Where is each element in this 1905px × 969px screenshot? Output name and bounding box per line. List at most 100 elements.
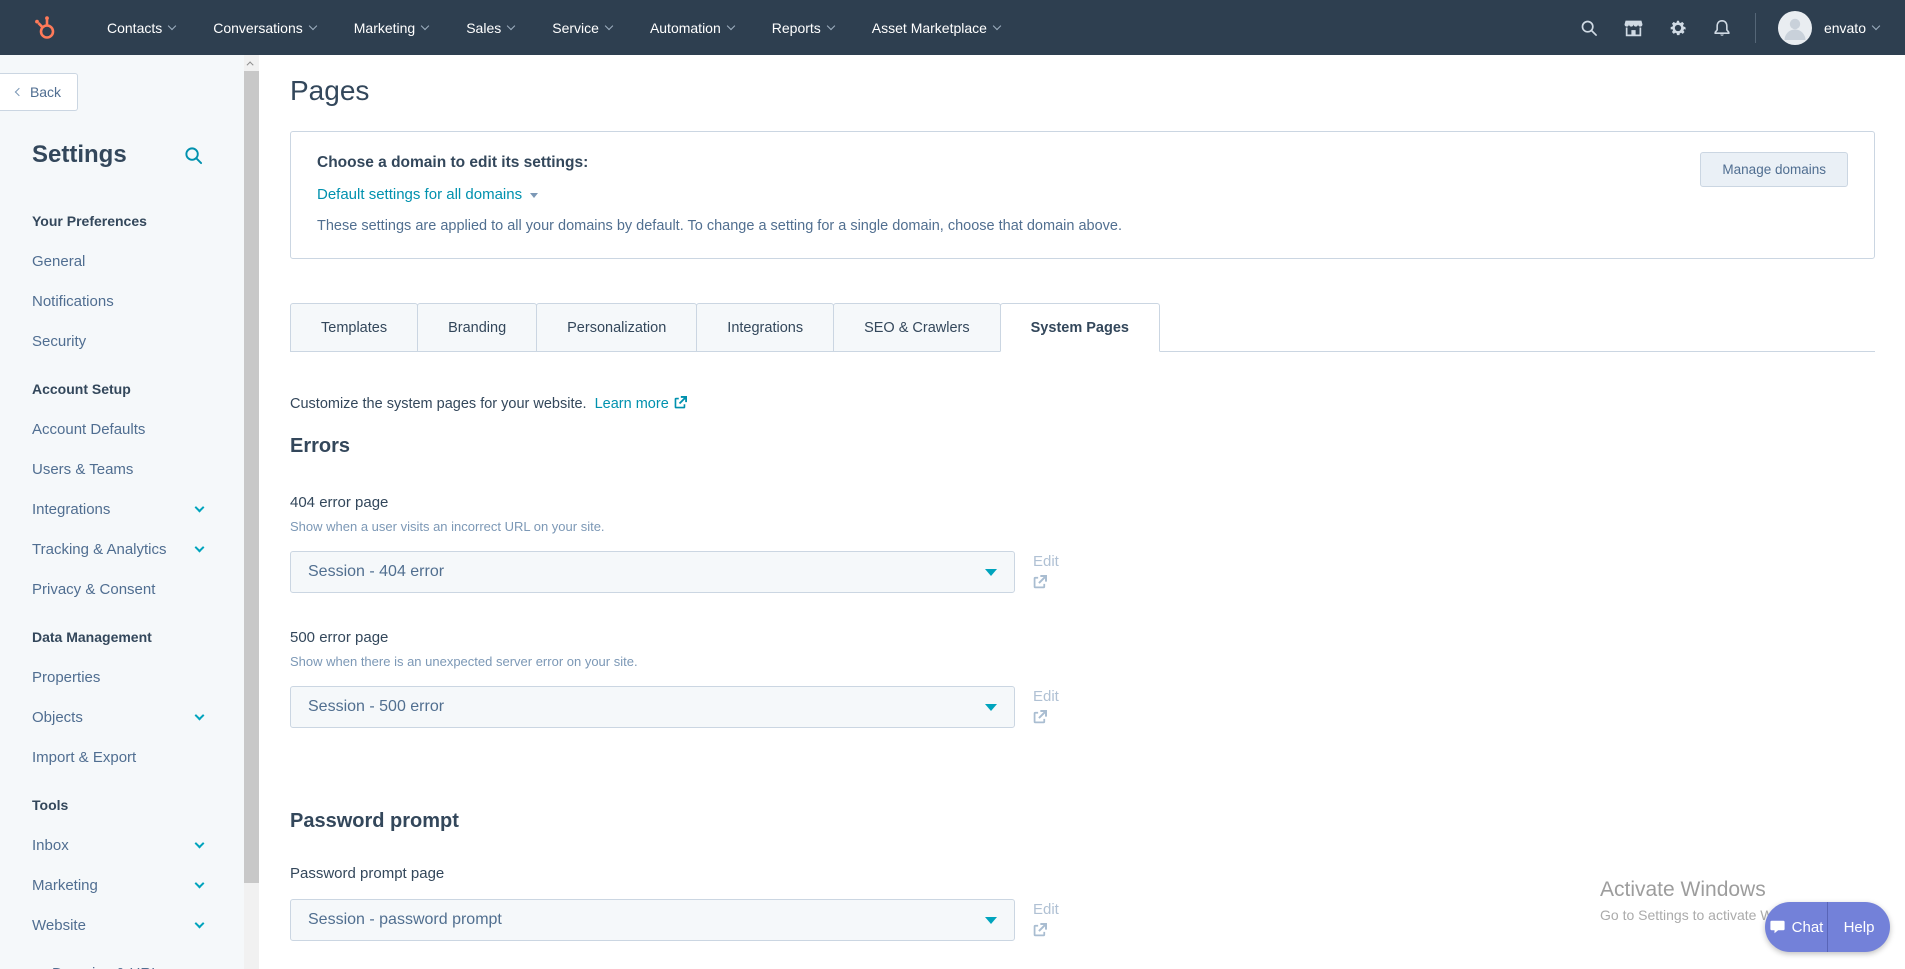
nav-item-sales[interactable]: Sales [447,0,533,55]
field-password-prompt: Password prompt page Session - password … [290,865,1875,941]
nav-item-label: Automation [649,19,721,36]
sidebar-item-privacy-consent[interactable]: Privacy & Consent [0,569,259,609]
tab-branding[interactable]: Branding [417,303,538,352]
field-help: Show when there is an unexpected server … [290,654,638,669]
sidebar-item-objects[interactable]: Objects [0,697,259,737]
primary-menu: Contacts Conversations Marketing Sales S… [88,0,1019,55]
external-link-icon[interactable] [1033,710,1047,724]
sidebar-scrollbar[interactable] [244,55,259,969]
chevron-down-icon [194,542,205,552]
domain-selector-value: Default settings for all domains [317,186,523,203]
account-name: envato [1823,19,1866,36]
sidebar-item-marketing[interactable]: Marketing [0,865,259,905]
sidebar-item-notifications[interactable]: Notifications [0,281,259,321]
select-value: Session - 500 error [308,698,445,715]
chevron-down-icon [308,21,317,30]
sidebar-section-tools: Tools [32,797,69,813]
learn-more-link[interactable]: Learn more [595,396,669,412]
settings-tabs: Templates Branding Personalization Integ… [290,303,1875,352]
sidebar-item-inbox[interactable]: Inbox [0,825,259,865]
chevron-down-icon [194,502,205,512]
domain-selector-dropdown[interactable]: Default settings for all domains [317,186,539,203]
chevron-down-icon [420,21,430,30]
sidebar-item-properties[interactable]: Properties [0,657,259,697]
external-link-icon[interactable] [1033,575,1047,589]
chat-label: Chat [1791,918,1824,936]
nav-item-service[interactable]: Service [533,0,631,55]
tab-seo-crawlers[interactable]: SEO & Crawlers [833,303,1001,352]
intro-sentence: Customize the system pages for your webs… [290,396,587,412]
nav-item-label: Marketing [353,19,416,36]
search-icon[interactable] [1580,19,1598,37]
scrollbar-up-arrow-icon[interactable] [244,55,259,71]
nav-item-label: Sales [466,19,502,36]
chevron-left-icon [14,87,24,97]
sidebar-item-users-teams[interactable]: Users & Teams [0,449,259,489]
edit-link[interactable]: Edit [1033,553,1059,570]
domain-card-title: Choose a domain to edit its settings: [317,154,589,171]
nav-item-asset-marketplace[interactable]: Asset Marketplace [853,0,1019,55]
chevron-down-icon [1871,21,1881,30]
settings-gear-icon[interactable] [1669,19,1687,37]
sidebar-item-import-export[interactable]: Import & Export [0,737,259,777]
nav-item-reports[interactable]: Reports [753,0,853,55]
edit-link[interactable]: Edit [1033,901,1059,918]
sidebar-item-account-defaults[interactable]: Account Defaults [0,409,259,449]
account-menu[interactable]: envato [1823,19,1881,36]
hubspot-logo-icon[interactable] [30,13,60,43]
caret-down-icon [985,916,997,924]
sidebar-item-general[interactable]: General [0,241,259,281]
nav-item-conversations[interactable]: Conversations [194,0,335,55]
chevron-down-icon [194,918,205,928]
external-link-icon[interactable] [1033,923,1047,937]
external-link-icon [674,396,687,413]
settings-sidebar: Back Settings Your Preferences General N… [0,55,259,969]
field-label: 404 error page [290,494,389,511]
page-select-404[interactable]: Session - 404 error [290,551,1015,593]
nav-item-label: Contacts [107,19,163,36]
chevron-down-icon [194,878,205,888]
help-button[interactable]: Help [1828,902,1890,952]
manage-domains-button[interactable]: Manage domains [1700,152,1848,187]
sidebar-item-domains-urls[interactable]: Domains & URLs [52,965,167,969]
caret-down-icon [985,703,997,711]
field-help: Show when a user visits an incorrect URL… [290,519,605,534]
nav-item-automation[interactable]: Automation [631,0,753,55]
chevron-down-icon [992,21,1002,30]
help-label: Help [1843,918,1875,936]
nav-item-contacts[interactable]: Contacts [88,0,194,55]
sidebar-section-your-preferences: Your Preferences [32,213,147,229]
select-value: Session - password prompt [308,911,502,928]
page-title: Pages [290,75,370,106]
back-button[interactable]: Back [0,73,78,111]
tab-integrations[interactable]: Integrations [696,303,835,352]
tab-personalization[interactable]: Personalization [536,303,698,352]
sidebar-nav: Your Preferences General Notifications S… [0,201,259,945]
scrollbar-thumb[interactable] [244,71,259,883]
nav-item-label: Asset Marketplace [871,19,987,36]
sidebar-item-security[interactable]: Security [0,321,259,361]
sidebar-item-integrations[interactable]: Integrations [0,489,259,529]
page-select-password-prompt[interactable]: Session - password prompt [290,899,1015,941]
chevron-down-icon [507,21,516,30]
chevron-down-icon [194,838,205,848]
chevron-down-icon [604,21,614,30]
sidebar-search-icon[interactable] [184,146,203,165]
nav-item-marketing[interactable]: Marketing [335,0,447,55]
intro-text: Customize the system pages for your webs… [290,396,1875,413]
tab-system-pages[interactable]: System Pages [999,303,1160,352]
tab-templates[interactable]: Templates [290,303,419,352]
avatar[interactable] [1777,10,1812,45]
sidebar-item-tracking-analytics[interactable]: Tracking & Analytics [0,529,259,569]
chevron-down-icon [194,710,205,720]
sidebar-item-website[interactable]: Website [0,905,259,945]
page-select-500[interactable]: Session - 500 error [290,686,1015,728]
nav-right-controls: envato [1554,10,1881,45]
main-content: Pages Choose a domain to edit its settin… [259,55,1905,969]
marketplace-icon[interactable] [1624,19,1643,37]
nav-divider [1754,12,1756,43]
notifications-bell-icon[interactable] [1713,19,1731,37]
chat-button[interactable]: Chat [1765,902,1827,952]
nav-item-label: Reports [771,19,821,36]
edit-link[interactable]: Edit [1033,688,1059,705]
